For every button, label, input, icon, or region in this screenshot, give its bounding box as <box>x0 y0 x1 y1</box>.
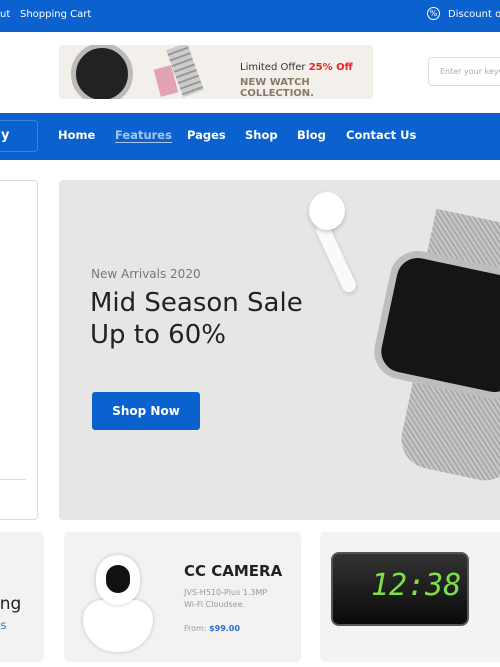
top-bar: ut Shopping Cart % Discount off <box>0 0 500 32</box>
camera-image <box>78 550 158 655</box>
shopping-cart-link[interactable]: Shopping Cart <box>20 9 91 20</box>
card-description: JVS-H510-Plus 1.3MP Wi-Fi Cloudsee. <box>184 588 268 609</box>
category-sidebar <box>0 180 38 520</box>
hero-banner: New Arrivals 2020 Mid Season Sale Up to 6… <box>59 180 500 520</box>
card-title: CC CAMERA <box>184 562 283 580</box>
main-nav: y Home Features Pages Shop Blog Contact … <box>0 113 500 160</box>
card-price: From: $99.00 <box>184 624 240 633</box>
header: Limited Offer 25% Off NEW WATCH COLLECTI… <box>0 32 500 113</box>
nav-pages[interactable]: Pages <box>187 128 226 142</box>
promo-card[interactable]: ing ES <box>0 532 44 662</box>
divider <box>0 479 26 480</box>
about-link[interactable]: ut <box>0 9 10 20</box>
category-button[interactable]: y <box>0 120 38 152</box>
card-link[interactable]: ES <box>0 622 6 632</box>
shop-now-button[interactable]: Shop Now <box>92 392 200 430</box>
smartwatch-image <box>369 245 500 405</box>
nav-home[interactable]: Home <box>58 128 95 142</box>
watch-image <box>71 45 133 99</box>
search-input[interactable]: Enter your keyw <box>428 57 500 86</box>
promo-line1: Limited Offer 25% Off <box>240 62 353 73</box>
discount-icon: % <box>427 7 440 20</box>
promo-line2: NEW WATCH COLLECTION. <box>240 77 314 99</box>
card-title: ing <box>0 594 22 614</box>
clock-card[interactable]: 12:38 <box>320 532 500 662</box>
nav-shop[interactable]: Shop <box>245 128 278 142</box>
discount-link[interactable]: Discount off <box>448 9 500 20</box>
airpod-image <box>309 192 345 230</box>
nav-contact-us[interactable]: Contact Us <box>346 128 416 142</box>
nav-blog[interactable]: Blog <box>297 128 326 142</box>
hero-subtitle: New Arrivals 2020 <box>91 267 201 281</box>
alarm-clock-image: 12:38 <box>331 552 469 626</box>
airpod-image <box>313 220 359 295</box>
promo-banner[interactable]: Limited Offer 25% Off NEW WATCH COLLECTI… <box>59 45 373 99</box>
hero-title: Mid Season Sale Up to 60% <box>90 288 303 350</box>
camera-card[interactable]: CC CAMERA JVS-H510-Plus 1.3MP Wi-Fi Cloud… <box>64 532 301 662</box>
nav-features[interactable]: Features <box>115 128 172 143</box>
